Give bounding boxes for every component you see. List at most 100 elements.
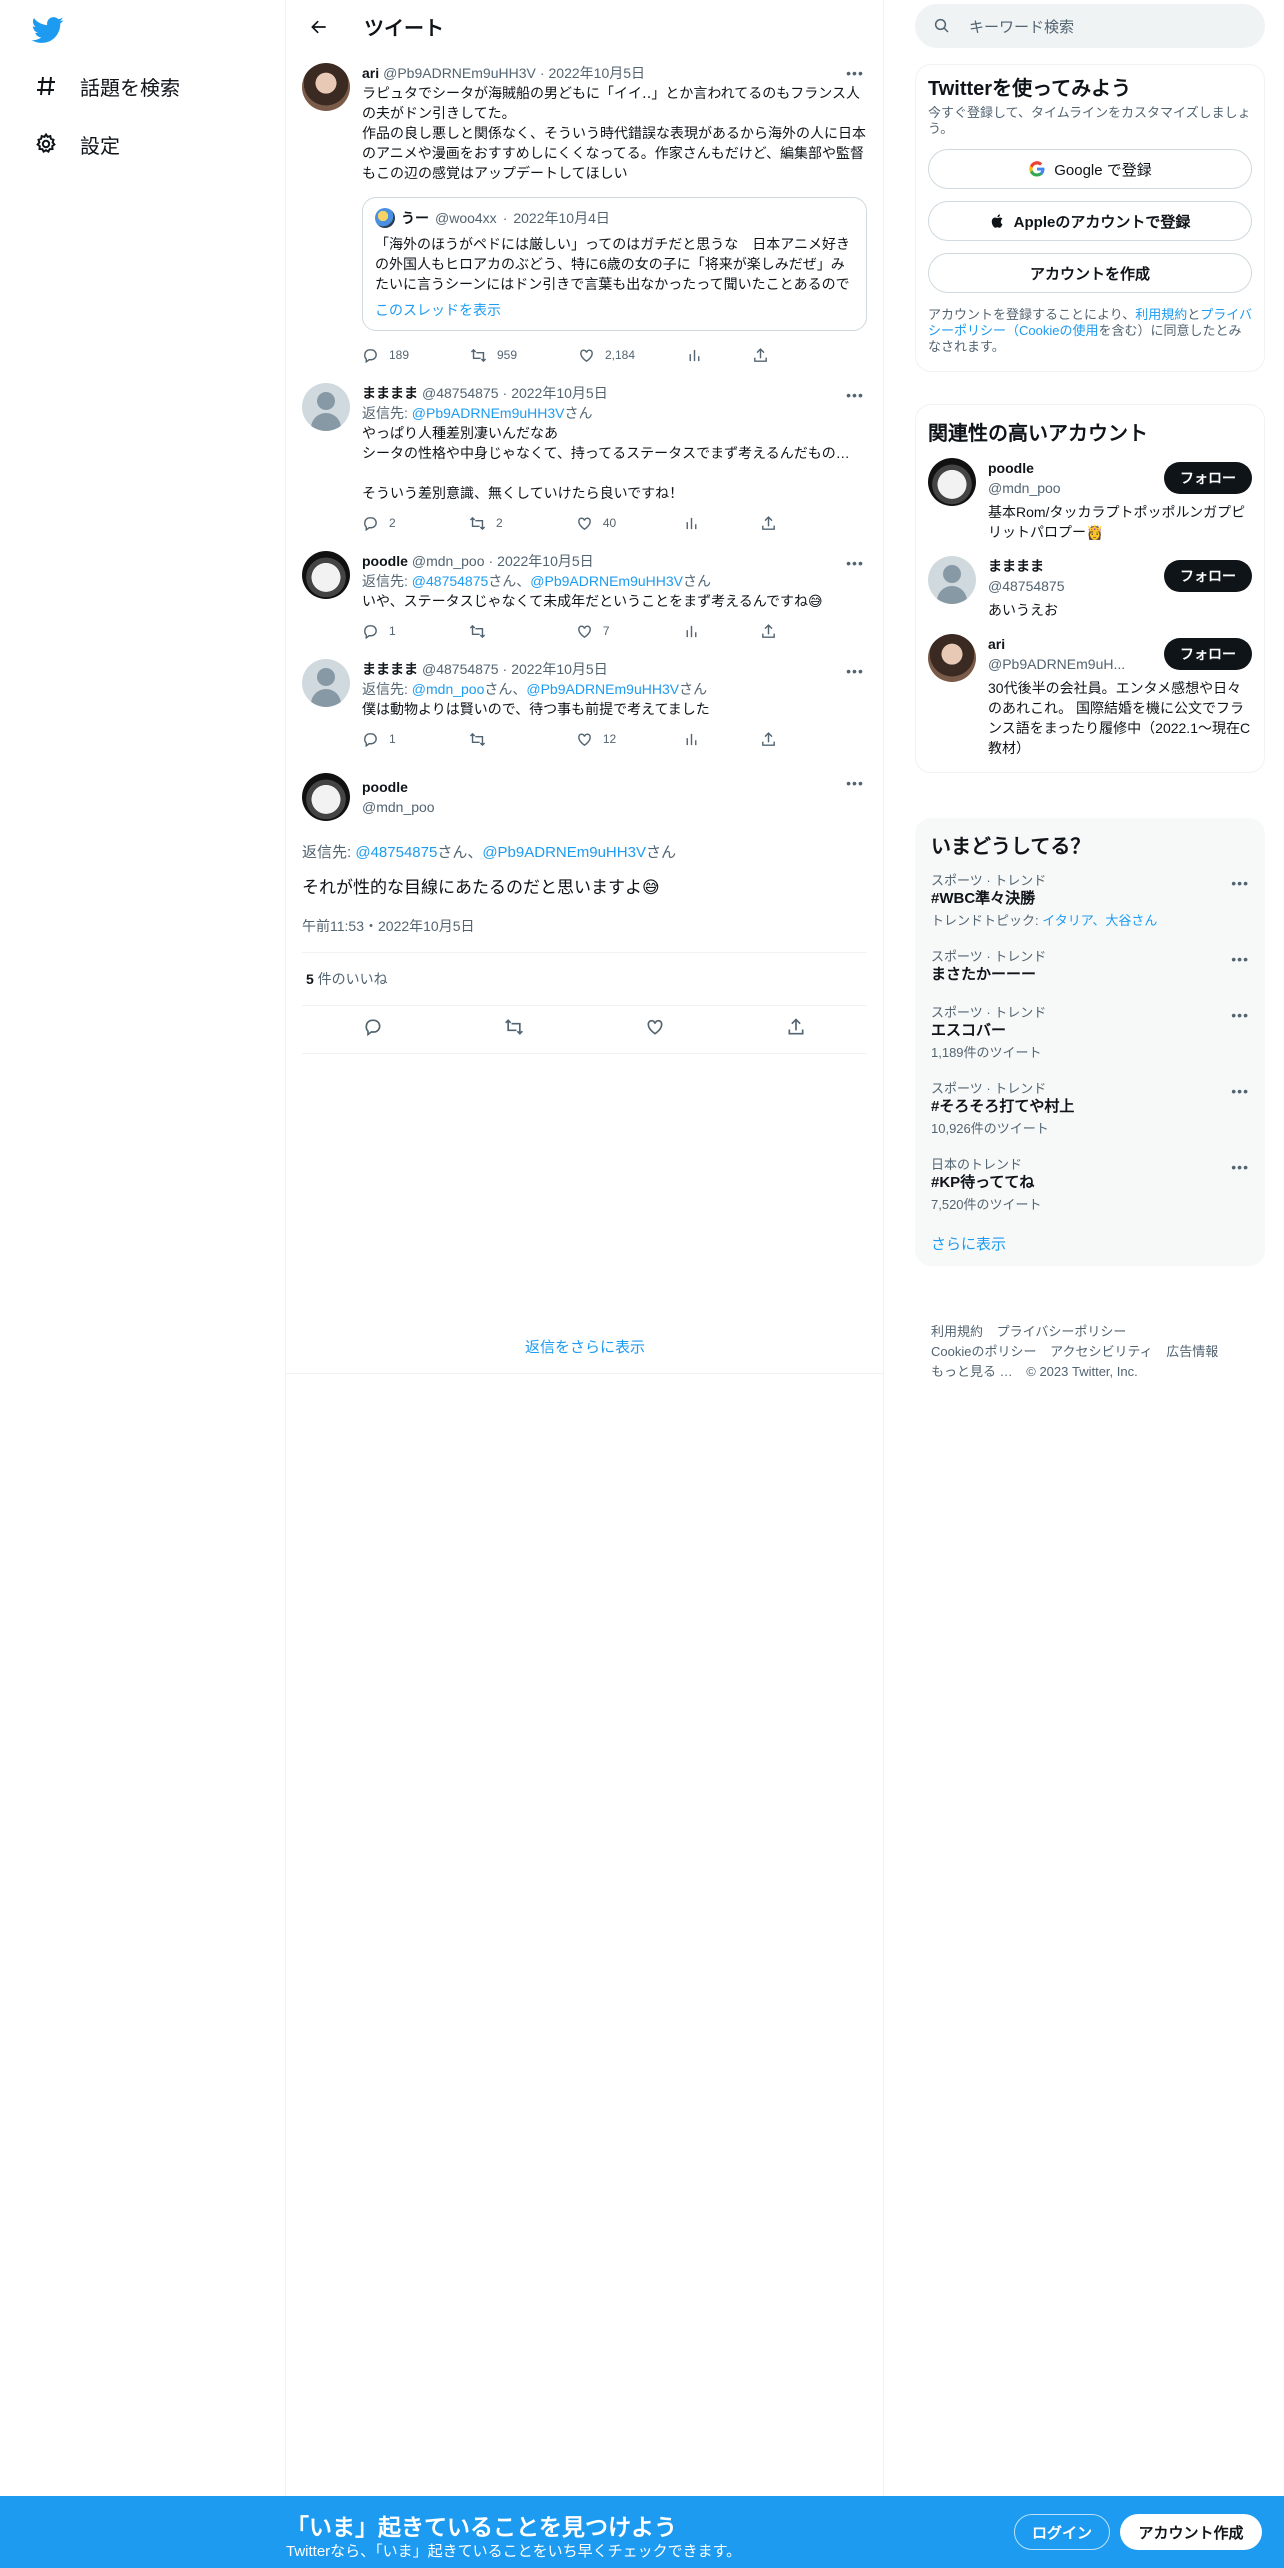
- like-button[interactable]: 40: [576, 515, 683, 532]
- signup-button[interactable]: アカウント作成: [1120, 2514, 1262, 2550]
- avatar[interactable]: [928, 556, 976, 604]
- retweet-button[interactable]: [469, 731, 576, 748]
- account-item[interactable]: ari @Pb9ADRNEm9uH... 30代後半の会社員。エンタメ感想や日々…: [928, 634, 1252, 758]
- tweet[interactable]: まままま @48754875 · 2022年10月5日 返信先: @Pb9ADR…: [286, 375, 883, 543]
- follow-button[interactable]: フォロー: [1164, 638, 1252, 670]
- footer-accessibility-link[interactable]: アクセシビリティ: [1050, 1344, 1153, 1359]
- reply-to-link[interactable]: @mdn_poo: [412, 681, 485, 697]
- author-handle[interactable]: @48754875: [422, 383, 499, 403]
- analytics-button[interactable]: [683, 515, 760, 532]
- terms-link[interactable]: 利用規約: [1135, 307, 1187, 322]
- nav-settings[interactable]: 設定: [24, 118, 132, 170]
- more-options-icon[interactable]: •••: [1231, 1007, 1249, 1023]
- more-options-icon[interactable]: •••: [843, 661, 867, 681]
- avatar[interactable]: [302, 659, 350, 707]
- more-options-icon[interactable]: •••: [843, 773, 867, 793]
- tweet-date[interactable]: 2022年10月5日: [511, 383, 608, 403]
- tweet[interactable]: ari @Pb9ADRNEm9uHH3V · 2022年10月5日 ラピュタでシ…: [286, 53, 883, 375]
- avatar[interactable]: [302, 63, 350, 111]
- show-more-trends-link[interactable]: さらに表示: [931, 1233, 1249, 1254]
- footer-privacy-link[interactable]: プライバシーポリシー: [997, 1324, 1127, 1339]
- reply-to-link[interactable]: @Pb9ADRNEm9uHH3V: [530, 573, 683, 589]
- like-button[interactable]: 2,184: [578, 347, 686, 364]
- likes-summary[interactable]: 5 件のいいね: [302, 952, 867, 1006]
- google-signup-button[interactable]: Google で登録: [928, 149, 1252, 189]
- trend-item[interactable]: スポーツ · トレンド エスコバー 1,189件のツイート •••: [931, 1005, 1249, 1061]
- more-options-icon[interactable]: •••: [1231, 1159, 1249, 1175]
- retweet-button[interactable]: 2: [469, 515, 576, 532]
- reply-to-link[interactable]: @Pb9ADRNEm9uHH3V: [412, 405, 565, 421]
- show-more-replies-link[interactable]: 返信をさらに表示: [286, 1320, 884, 1374]
- trend-item[interactable]: 日本のトレンド #KP待っててね 7,520件のツイート •••: [931, 1157, 1249, 1213]
- author-handle[interactable]: @Pb9ADRNEm9uHH3V: [383, 63, 536, 83]
- reply-to-link[interactable]: @Pb9ADRNEm9uHH3V: [526, 681, 679, 697]
- analytics-button[interactable]: [683, 731, 760, 748]
- author-name[interactable]: まままま: [362, 383, 418, 403]
- share-button[interactable]: [752, 347, 860, 364]
- show-thread-link[interactable]: このスレッドを表示: [375, 300, 854, 320]
- author-name[interactable]: poodle: [362, 551, 408, 571]
- share-button[interactable]: [786, 1017, 806, 1042]
- reply-button[interactable]: 189: [362, 347, 470, 364]
- trend-topic-links[interactable]: イタリア、大谷さん: [1042, 913, 1157, 928]
- reply-to-link[interactable]: @48754875: [412, 573, 489, 589]
- back-arrow-icon[interactable]: [302, 10, 336, 44]
- analytics-button[interactable]: [683, 623, 760, 640]
- like-button[interactable]: [645, 1017, 665, 1042]
- share-button[interactable]: [760, 731, 867, 748]
- reply-to-link[interactable]: @48754875: [355, 844, 437, 861]
- avatar[interactable]: [302, 551, 350, 599]
- twitter-logo-icon[interactable]: [31, 14, 64, 46]
- more-options-icon[interactable]: •••: [843, 385, 867, 405]
- share-button[interactable]: [760, 623, 867, 640]
- author-handle[interactable]: @mdn_poo: [412, 551, 485, 571]
- reply-button[interactable]: 1: [362, 623, 469, 640]
- reply-to-link[interactable]: @Pb9ADRNEm9uHH3V: [482, 844, 646, 861]
- avatar[interactable]: [302, 773, 350, 821]
- author-name[interactable]: ari: [362, 63, 379, 83]
- login-button[interactable]: ログイン: [1014, 2514, 1110, 2550]
- reply-button[interactable]: [363, 1017, 383, 1042]
- tweet[interactable]: poodle @mdn_poo · 2022年10月5日 返信先: @48754…: [286, 543, 883, 651]
- reply-button[interactable]: 1: [362, 731, 469, 748]
- search-input[interactable]: キーワード検索: [915, 4, 1265, 48]
- footer-more-link[interactable]: もっと見る …: [931, 1364, 1013, 1379]
- tweet-date[interactable]: 2022年10月5日: [497, 551, 594, 571]
- tweet-timestamp[interactable]: 午前11:53・2022年10月5日: [302, 916, 867, 936]
- avatar[interactable]: [928, 634, 976, 682]
- trend-item[interactable]: スポーツ · トレンド #WBC準々決勝 トレンドトピック: イタリア、大谷さん…: [931, 873, 1249, 929]
- author-name[interactable]: まままま: [362, 659, 418, 679]
- analytics-button[interactable]: [686, 347, 752, 364]
- more-options-icon[interactable]: •••: [1231, 875, 1249, 891]
- tweet-date[interactable]: 2022年10月5日: [549, 63, 646, 83]
- retweet-button[interactable]: [469, 623, 576, 640]
- reply-button[interactable]: 2: [362, 515, 469, 532]
- more-options-icon[interactable]: •••: [1231, 1083, 1249, 1099]
- more-options-icon[interactable]: •••: [1231, 951, 1249, 967]
- avatar[interactable]: [302, 383, 350, 431]
- trend-item[interactable]: スポーツ · トレンド まさたかーーー •••: [931, 949, 1249, 985]
- follow-button[interactable]: フォロー: [1164, 462, 1252, 494]
- nav-explore[interactable]: 話題を検索: [24, 60, 192, 112]
- apple-signup-button[interactable]: Appleのアカウントで登録: [928, 201, 1252, 241]
- retweet-button[interactable]: [504, 1017, 524, 1042]
- author-handle[interactable]: @48754875: [422, 659, 499, 679]
- more-options-icon[interactable]: •••: [843, 63, 867, 83]
- quote-tweet[interactable]: うー @woo4xx · 2022年10月4日 「海外のほうがペドには厳しい」っ…: [362, 197, 867, 331]
- tweet-date[interactable]: 2022年10月5日: [511, 659, 608, 679]
- author-handle[interactable]: @mdn_poo: [362, 797, 435, 817]
- retweet-button[interactable]: 959: [470, 347, 578, 364]
- like-button[interactable]: 7: [576, 623, 683, 640]
- follow-button[interactable]: フォロー: [1164, 560, 1252, 592]
- footer-cookie-link[interactable]: Cookieのポリシー: [931, 1344, 1036, 1359]
- account-item[interactable]: poodle @mdn_poo 基本Rom/タッカラプトポッポルンガプピリットパ…: [928, 458, 1252, 542]
- account-item[interactable]: まままま @48754875 あいうえお フォロー: [928, 556, 1252, 620]
- like-button[interactable]: 12: [576, 731, 683, 748]
- avatar[interactable]: [928, 458, 976, 506]
- share-button[interactable]: [760, 515, 867, 532]
- tweet[interactable]: まままま @48754875 · 2022年10月5日 返信先: @mdn_po…: [286, 651, 883, 759]
- create-account-button[interactable]: アカウントを作成: [928, 253, 1252, 293]
- author-name[interactable]: poodle: [362, 777, 435, 797]
- more-options-icon[interactable]: •••: [843, 553, 867, 573]
- trend-item[interactable]: スポーツ · トレンド #そろそろ打てや村上 10,926件のツイート •••: [931, 1081, 1249, 1137]
